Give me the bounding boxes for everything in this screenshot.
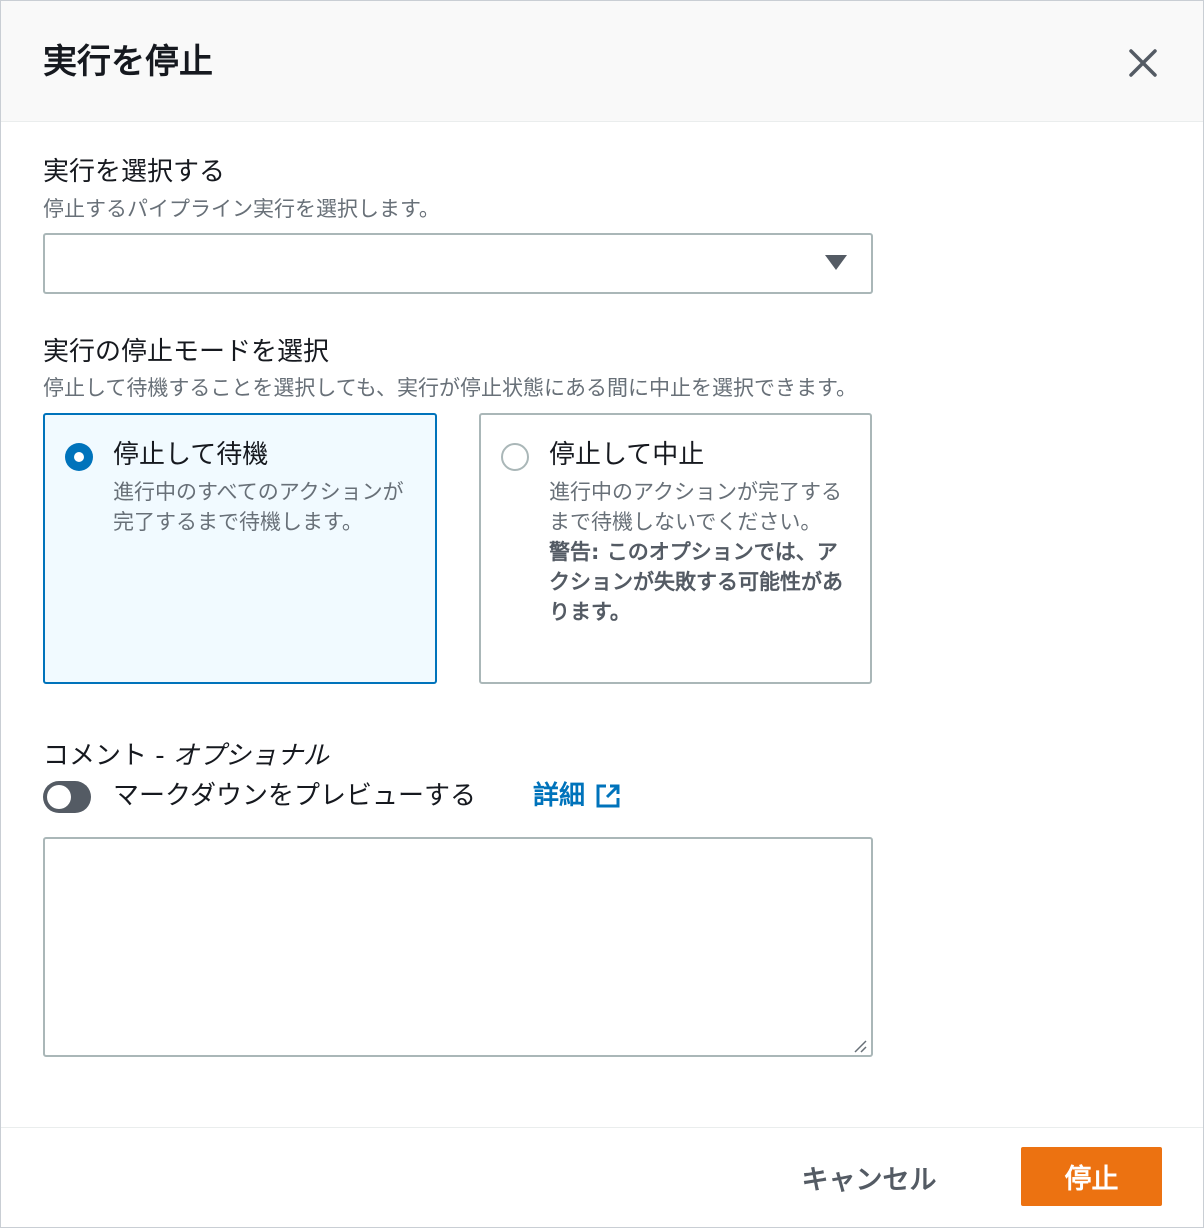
select-execution-description: 停止するパイプライン実行を選択します。 [43,197,440,221]
comment-textarea[interactable] [43,837,873,1057]
learn-more-link[interactable]: 詳細 [533,779,621,813]
stop-and-abandon-option[interactable]: 停止して中止 進行中のアクションが完了するまで待機しないでください。 警告: こ… [479,413,872,684]
stop-and-wait-description: 進行中のすべてのアクションが完了するまで待機します。 [113,480,404,534]
toggle-knob [47,785,71,809]
stop-and-wait-title: 停止して待機 [113,440,269,470]
markdown-preview-label: マークダウンをプレビューする [113,781,476,811]
stop-mode-label: 実行の停止モードを選択 [43,337,330,367]
stop-and-wait-option[interactable]: 停止して待機 進行中のすべてのアクションが完了するまで待機します。 [43,413,437,684]
stop-and-abandon-title: 停止して中止 [549,440,705,470]
markdown-preview-toggle[interactable] [43,781,91,813]
comment-label-text: コメント - [43,741,173,771]
resize-handle-icon[interactable] [853,1039,867,1053]
modal-title: 実行を停止 [43,42,213,82]
cancel-button[interactable]: キャンセル [781,1148,957,1206]
stop-mode-description: 停止して待機することを選択しても、実行が停止状態にある間に中止を選択できます。 [43,376,857,400]
stop-and-abandon-description: 進行中のアクションが完了するまで待機しないでください。 [549,480,842,534]
external-link-icon [596,784,620,808]
stop-and-abandon-warning: 警告: このオプションでは、アクションが失敗する可能性があります。 [549,540,843,624]
comment-label: コメント - オプショナル [43,739,329,773]
close-icon [1129,49,1157,77]
stop-button[interactable]: 停止 [1021,1147,1162,1206]
comment-optional-label: オプショナル [172,741,329,771]
caret-down-icon [825,255,847,270]
stop-and-wait-radio[interactable] [65,443,93,471]
stop-execution-modal: 実行を停止 実行を選択する 停止するパイプライン実行を選択します。 実行の停止モ… [0,0,1204,1228]
close-button[interactable] [1121,41,1165,85]
learn-more-label: 詳細 [533,781,586,811]
stop-and-abandon-description-block: 進行中のアクションが完了するまで待機しないでください。 警告: このオプションで… [549,477,849,627]
modal-header: 実行を停止 [1,1,1203,122]
execution-select[interactable] [43,233,873,294]
modal-footer: キャンセル 停止 [1,1127,1203,1228]
stop-and-abandon-radio[interactable] [501,443,529,471]
select-execution-label: 実行を選択する [43,157,226,187]
